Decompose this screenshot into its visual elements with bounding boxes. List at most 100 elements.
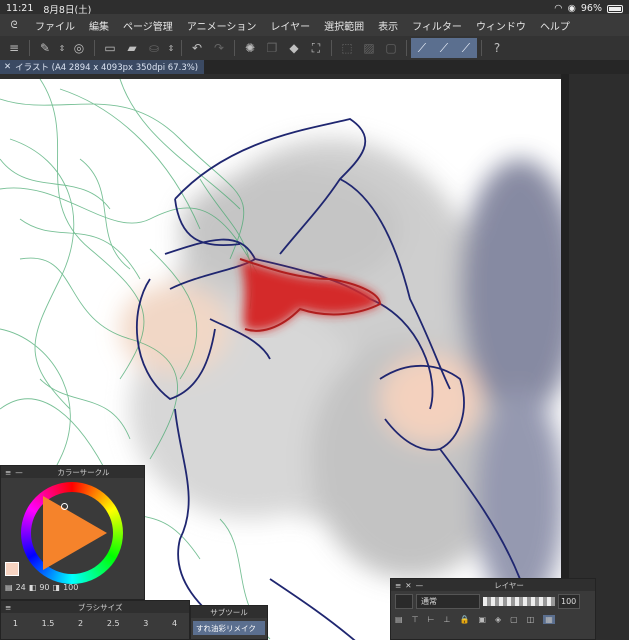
menu-selection[interactable]: 選択範囲 bbox=[317, 18, 371, 33]
settings-icon[interactable]: ▦ bbox=[543, 615, 555, 624]
stepper-icon[interactable]: ⇕ bbox=[56, 38, 68, 58]
help-icon[interactable]: ? bbox=[486, 38, 508, 58]
main-color-swatch[interactable] bbox=[5, 562, 19, 576]
document-title: イラスト (A4 2894 x 4093px 350dpi 67.3%) bbox=[15, 63, 199, 73]
panel-menu-icon[interactable]: ≡ bbox=[5, 468, 11, 477]
opacity-value[interactable]: 100 bbox=[558, 594, 580, 609]
close-icon[interactable]: ✕ bbox=[405, 581, 411, 590]
copy-icon[interactable]: ❐ bbox=[261, 38, 283, 58]
brightness-icon: ◨ bbox=[52, 582, 61, 592]
panel-header: ≡ ✕ — レイヤー bbox=[391, 579, 595, 591]
layer-panel: ≡ ✕ — レイヤー 通常 100 ▤ ⊤ ⊢ ⊥ 🔒 ▣ ◈ ▢ ◫ ▦ bbox=[390, 578, 596, 640]
open-folder-icon[interactable]: ▰ bbox=[121, 38, 143, 58]
edit-icon[interactable]: ✎ bbox=[34, 38, 56, 58]
menu-page[interactable]: ページ管理 bbox=[116, 18, 180, 33]
brush-size-option[interactable]: 1.5 bbox=[42, 619, 55, 628]
lock-alpha-icon[interactable]: 🔒 bbox=[459, 615, 469, 624]
divider bbox=[406, 40, 407, 56]
layer-tools-row: ▤ ⊤ ⊢ ⊥ 🔒 ▣ ◈ ▢ ◫ ▦ bbox=[391, 612, 595, 627]
minimize-icon[interactable]: — bbox=[416, 581, 424, 590]
panel-header: ≡ — カラーサークル bbox=[1, 466, 144, 478]
snap-icon[interactable]: ⟋ bbox=[455, 38, 477, 58]
brush-size-panel: ≡ ブラシサイズ 1 1.5 2 2.5 3 4 bbox=[0, 600, 190, 640]
brush-size-list: 1 1.5 2 2.5 3 4 bbox=[1, 613, 189, 628]
loading-icon[interactable]: ✺ bbox=[239, 38, 261, 58]
app-logo-icon[interactable]: ᘓ bbox=[0, 20, 28, 31]
panel-title: ブラシサイズ bbox=[77, 602, 123, 612]
battery-icon bbox=[607, 4, 623, 13]
panel-menu-icon[interactable]: ≡ bbox=[5, 603, 11, 612]
menu-window[interactable]: ウィンドウ bbox=[469, 18, 533, 33]
brightness-value: 100 bbox=[63, 582, 79, 592]
document-tab-bar: ✕ イラスト (A4 2894 x 4093px 350dpi 67.3%) bbox=[0, 60, 629, 74]
menu-edit[interactable]: 編集 bbox=[82, 18, 116, 33]
color-circle-panel: ≡ — カラーサークル ▤ 24 ◧ 90 ◨ 100 bbox=[0, 465, 145, 600]
document-tab[interactable]: ✕ イラスト (A4 2894 x 4093px 350dpi 67.3%) bbox=[0, 60, 205, 74]
divider bbox=[481, 40, 482, 56]
mask-icon[interactable]: ▣ bbox=[478, 615, 486, 624]
invert-selection-icon[interactable]: ▨ bbox=[358, 38, 380, 58]
menu-file[interactable]: ファイル bbox=[28, 18, 82, 33]
divider bbox=[234, 40, 235, 56]
blend-mode-select[interactable]: 通常 bbox=[416, 594, 480, 609]
panel-header: サブツール bbox=[191, 606, 267, 618]
pen-pressure-icon[interactable]: ⟋ bbox=[411, 38, 433, 58]
menu-filter[interactable]: フィルター bbox=[405, 18, 469, 33]
menu-view[interactable]: 表示 bbox=[371, 18, 405, 33]
reference-icon[interactable]: ⊥ bbox=[444, 615, 451, 624]
close-icon[interactable]: ✕ bbox=[4, 62, 11, 72]
divider bbox=[331, 40, 332, 56]
view-icon[interactable]: ◎ bbox=[68, 38, 90, 58]
new-file-icon[interactable]: ▭ bbox=[99, 38, 121, 58]
save-icon[interactable]: ⛀ bbox=[143, 38, 165, 58]
saturation-icon: ◧ bbox=[28, 582, 37, 592]
lock-icon[interactable]: ⊢ bbox=[428, 615, 435, 624]
menu-bar: ᘓ ファイル 編集 ページ管理 アニメーション レイヤー 選択範囲 表示 フィル… bbox=[0, 14, 629, 36]
status-time: 11:21 bbox=[6, 3, 34, 14]
divider bbox=[94, 40, 95, 56]
brush-size-option[interactable]: 2.5 bbox=[107, 619, 120, 628]
hue-value: 24 bbox=[15, 582, 26, 592]
hamburger-menu-icon[interactable]: ≡ bbox=[3, 38, 25, 58]
layer-color-icon[interactable] bbox=[395, 594, 413, 609]
menu-layer[interactable]: レイヤー bbox=[263, 18, 317, 33]
vertical-ruler bbox=[561, 74, 569, 640]
panel-title: カラーサークル bbox=[57, 467, 110, 477]
panel-title: サブツール bbox=[210, 607, 248, 617]
menu-help[interactable]: ヘルプ bbox=[533, 18, 577, 33]
color-wheel[interactable] bbox=[21, 482, 123, 584]
new-layer-icon[interactable]: ▤ bbox=[395, 615, 403, 624]
minimize-icon[interactable]: — bbox=[15, 468, 23, 477]
deselect-icon[interactable]: ⬚ bbox=[336, 38, 358, 58]
panel-title: レイヤー bbox=[494, 580, 524, 590]
panel-header: ≡ ブラシサイズ bbox=[1, 601, 189, 613]
folder-icon[interactable]: ▢ bbox=[510, 615, 518, 624]
hsv-icon: ▤ bbox=[5, 582, 13, 592]
saturation-triangle[interactable] bbox=[43, 496, 107, 570]
fill-icon[interactable]: ◆ bbox=[283, 38, 305, 58]
stabilizer-icon[interactable]: ⟋ bbox=[433, 38, 455, 58]
brush-size-option[interactable]: 3 bbox=[143, 619, 148, 628]
wifi-icon: ◠ bbox=[554, 3, 563, 14]
battery-percent: 96% bbox=[580, 3, 602, 14]
brush-size-option[interactable]: 1 bbox=[13, 619, 18, 628]
divider bbox=[29, 40, 30, 56]
selection-icon[interactable]: ▢ bbox=[380, 38, 402, 58]
redo-icon[interactable]: ↷ bbox=[208, 38, 230, 58]
brush-size-option[interactable]: 4 bbox=[172, 619, 177, 628]
color-picker-handle[interactable] bbox=[61, 503, 68, 510]
panel-menu-icon[interactable]: ≡ bbox=[395, 581, 401, 590]
clip-icon[interactable]: ⊤ bbox=[412, 615, 419, 624]
opacity-slider[interactable] bbox=[483, 597, 555, 606]
layer-properties-row: 通常 100 bbox=[391, 591, 595, 612]
merge-icon[interactable]: ◫ bbox=[527, 615, 535, 624]
transform-icon[interactable]: ⛶ bbox=[305, 38, 327, 58]
undo-icon[interactable]: ↶ bbox=[186, 38, 208, 58]
palette-icon[interactable]: ◈ bbox=[495, 615, 501, 624]
menu-animation[interactable]: アニメーション bbox=[180, 18, 264, 33]
subtool-item[interactable]: すれ油彩リメイク bbox=[193, 621, 265, 635]
subtool-panel: サブツール すれ油彩リメイク bbox=[190, 605, 268, 640]
brush-size-option[interactable]: 2 bbox=[78, 619, 83, 628]
stepper-icon[interactable]: ⇕ bbox=[165, 38, 177, 58]
divider bbox=[181, 40, 182, 56]
